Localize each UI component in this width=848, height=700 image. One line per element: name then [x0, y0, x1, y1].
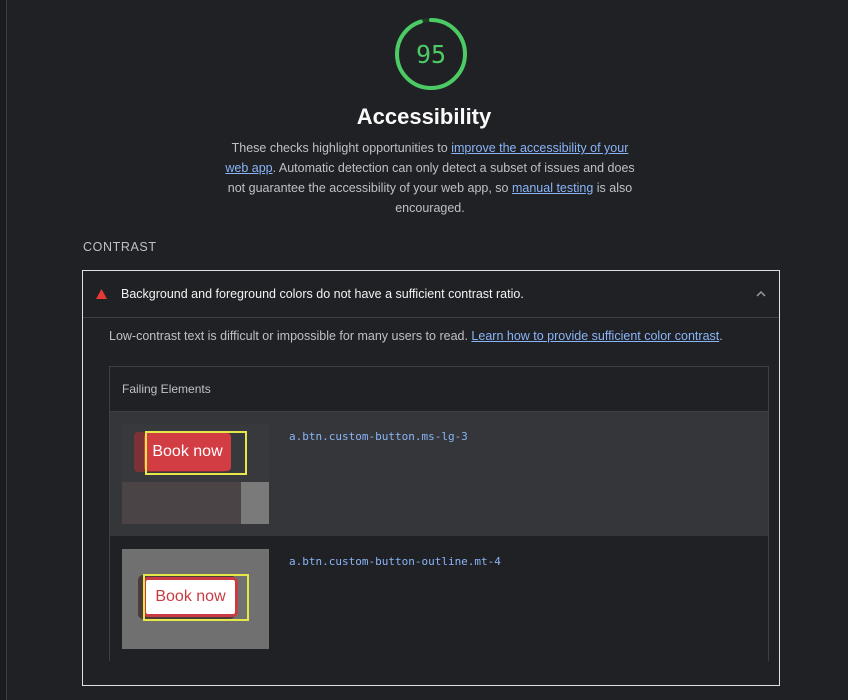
description-text-1: These checks highlight opportunities to: [231, 141, 452, 155]
table-row[interactable]: Book now a.btn.custom-button.ms-lg-3: [110, 412, 768, 536]
category-description: These checks highlight opportunities to …: [224, 138, 636, 218]
category-title: Accessibility: [356, 104, 492, 129]
chevron-up-icon[interactable]: [754, 288, 768, 300]
contrast-audit: Background and foreground colors do not …: [82, 270, 780, 686]
score-value: 95: [415, 39, 447, 69]
element-screenshot[interactable]: Book now: [122, 424, 269, 524]
audit-description-tail: .: [719, 329, 723, 343]
audit-description-text: Low-contrast text is difficult or imposs…: [109, 329, 472, 343]
audit-description: Low-contrast text is difficult or imposs…: [109, 329, 723, 343]
element-highlight: [143, 574, 249, 621]
score-gauge[interactable]: 95: [393, 16, 469, 92]
learn-contrast-link[interactable]: Learn how to provide sufficient color co…: [471, 329, 719, 343]
table-row[interactable]: Book now a.btn.custom-button-outline.mt-…: [110, 537, 768, 661]
element-selector[interactable]: a.btn.custom-button.ms-lg-3: [289, 430, 468, 443]
manual-testing-link[interactable]: manual testing: [512, 181, 593, 195]
audit-title: Background and foreground colors do not …: [121, 287, 524, 301]
group-title: CONTRAST: [83, 240, 157, 254]
audit-header[interactable]: Background and foreground colors do not …: [83, 271, 779, 318]
element-highlight: [145, 431, 247, 475]
element-selector[interactable]: a.btn.custom-button-outline.mt-4: [289, 555, 501, 568]
fail-triangle-icon: [96, 289, 107, 299]
failing-elements-table: Failing Elements Book now a.btn.custom-b…: [109, 366, 769, 661]
table-header: Failing Elements: [110, 367, 768, 412]
element-screenshot[interactable]: Book now: [122, 549, 269, 649]
